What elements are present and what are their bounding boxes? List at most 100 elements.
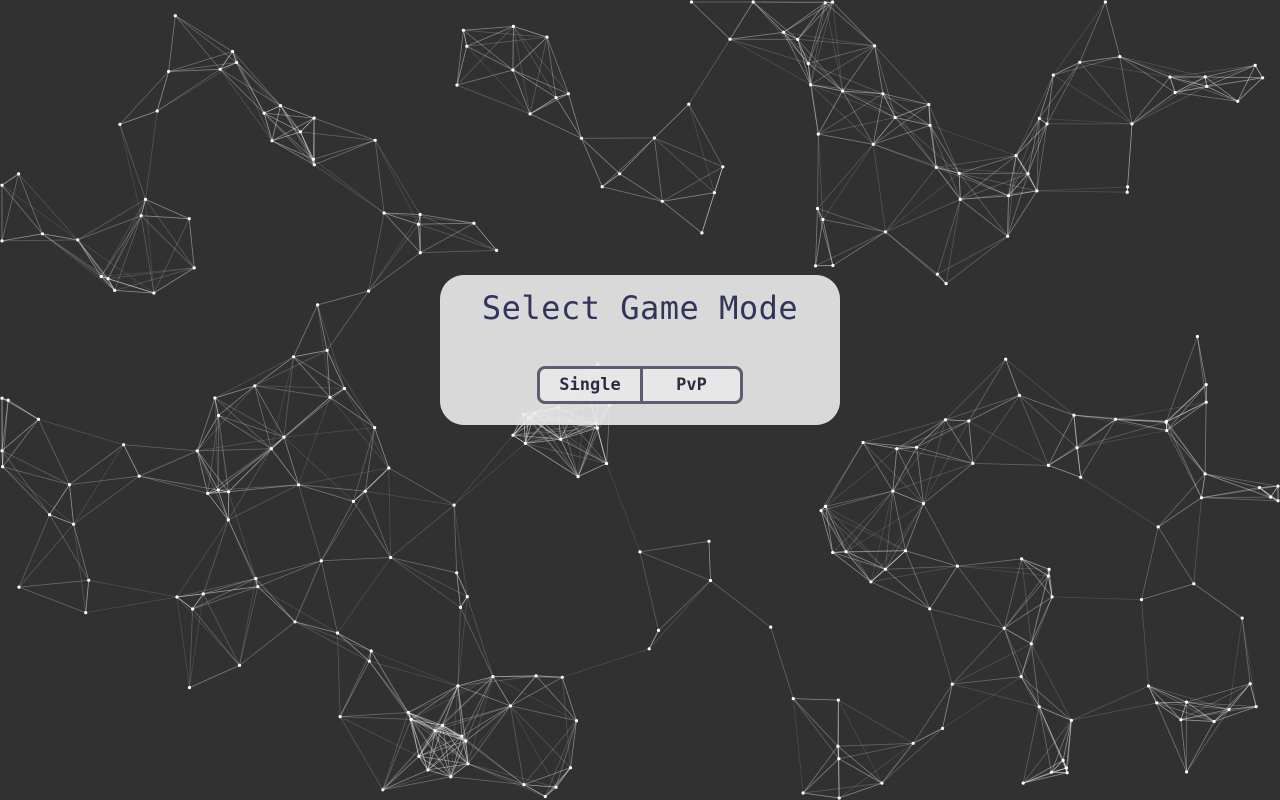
network-node	[508, 704, 513, 708]
network-line	[1020, 676, 1072, 721]
network-line	[525, 443, 607, 464]
network-line	[410, 676, 494, 720]
network-line	[1201, 497, 1279, 502]
network-line	[654, 137, 715, 193]
network-node	[1155, 701, 1159, 705]
network-node	[943, 418, 948, 422]
network-node	[1118, 55, 1122, 59]
network-node	[1061, 758, 1065, 762]
network-line	[825, 506, 906, 552]
network-node	[1173, 90, 1177, 95]
network-line	[957, 558, 1022, 567]
network-node	[915, 445, 919, 449]
network-line	[1, 184, 43, 235]
network-line	[38, 418, 124, 446]
network-line	[529, 93, 569, 115]
network-node	[231, 49, 235, 54]
network-node	[389, 555, 393, 560]
network-line	[923, 503, 958, 567]
network-node	[455, 83, 459, 87]
network-node	[1276, 484, 1280, 488]
network-node	[1257, 486, 1262, 490]
network-line	[49, 514, 90, 581]
game-mode-dialog: Select Game Mode Single PvP	[440, 275, 840, 425]
network-node	[72, 522, 76, 526]
network-line	[217, 489, 229, 521]
network-node	[600, 185, 604, 189]
network-line	[792, 698, 804, 794]
network-line	[972, 395, 1020, 464]
network-line	[1053, 74, 1133, 125]
network-line	[263, 105, 281, 114]
network-line	[419, 214, 497, 251]
single-mode-button[interactable]: Single	[540, 369, 640, 401]
network-line	[374, 140, 421, 215]
network-line	[466, 596, 494, 677]
network-node	[1126, 185, 1130, 189]
network-line	[937, 235, 1008, 275]
network-line	[321, 557, 391, 562]
network-line	[317, 304, 328, 351]
network-node	[254, 576, 258, 581]
network-node	[1006, 194, 1011, 198]
network-line	[1, 418, 39, 452]
network-line	[42, 233, 78, 241]
network-line	[1169, 76, 1207, 87]
network-node	[1064, 766, 1068, 770]
network-line	[257, 586, 296, 623]
network-line	[658, 580, 711, 631]
network-line	[838, 742, 914, 799]
network-node	[1276, 499, 1280, 503]
network-node	[841, 89, 845, 93]
network-line	[254, 385, 272, 449]
network-node	[883, 567, 888, 571]
network-line	[654, 137, 663, 202]
network-node	[935, 272, 940, 276]
network-node	[1203, 472, 1207, 476]
network-line	[872, 144, 886, 232]
network-line	[817, 90, 843, 135]
network-line	[77, 239, 155, 294]
network-node	[823, 1, 827, 5]
network-node	[0, 396, 4, 400]
network-line	[885, 167, 937, 233]
network-line	[892, 490, 924, 504]
network-node	[6, 398, 10, 402]
network-line	[123, 444, 140, 477]
network-line	[929, 125, 961, 200]
network-line	[512, 26, 514, 71]
network-node	[1192, 582, 1196, 586]
network-line	[945, 199, 961, 284]
network-node	[137, 474, 141, 478]
network-node	[554, 785, 558, 789]
network-line	[510, 705, 577, 722]
network-node	[821, 217, 825, 222]
network-line	[870, 503, 924, 583]
network-node	[118, 122, 122, 126]
network-line	[18, 586, 86, 613]
network-node	[1253, 63, 1257, 67]
network-line	[958, 173, 961, 200]
network-line	[49, 484, 70, 515]
network-line	[1205, 473, 1279, 487]
network-node	[534, 674, 538, 678]
network-line	[1119, 56, 1176, 93]
pvp-mode-button[interactable]: PvP	[640, 369, 740, 401]
network-line	[957, 565, 1005, 629]
network-node	[861, 440, 865, 445]
network-line	[1079, 62, 1133, 125]
network-node	[206, 491, 210, 495]
network-line	[1119, 56, 1207, 87]
network-line	[73, 444, 124, 525]
network-line	[952, 683, 1040, 708]
network-node	[967, 419, 971, 423]
network-node	[426, 768, 430, 772]
network-line	[453, 434, 514, 506]
network-line	[1141, 526, 1159, 600]
network-node	[836, 698, 840, 702]
network-line	[639, 551, 659, 631]
network-node	[363, 489, 367, 493]
network-line	[344, 388, 375, 428]
network-node	[1139, 598, 1144, 602]
network-line	[390, 557, 457, 574]
